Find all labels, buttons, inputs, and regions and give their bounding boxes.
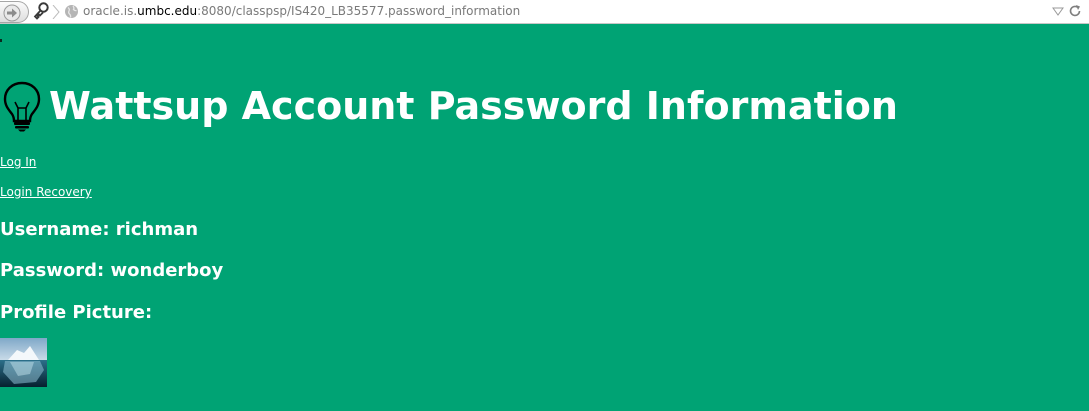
browser-url-bar: oracle.is.umbc.edu:8080/classpsp/IS420_L… (0, 0, 1089, 24)
url-host-domain: umbc.edu (137, 4, 198, 18)
address-field[interactable]: oracle.is.umbc.edu:8080/classpsp/IS420_L… (83, 4, 520, 18)
page-title-text: Wattsup Account Password Information (49, 84, 898, 128)
password-text: Password: wonderboy (0, 260, 224, 281)
profile-picture-image (0, 338, 47, 387)
profile-picture-label: Profile Picture: (0, 302, 153, 323)
stray-mark (0, 39, 2, 42)
login-recovery-link[interactable]: Login Recovery (0, 185, 92, 200)
url-host-prefix: oracle.is. (83, 4, 138, 18)
lightbulb-icon (3, 81, 41, 132)
login-link[interactable]: Log In (0, 155, 36, 170)
forward-button[interactable] (0, 1, 29, 23)
key-icon[interactable] (33, 2, 49, 20)
breadcrumb-chevron-icon (52, 5, 60, 19)
username-text: Username: richman (0, 219, 199, 240)
globe-icon[interactable] (64, 4, 79, 19)
page-title: Wattsup Account Password Information (0, 78, 898, 134)
forward-arrow-icon (3, 4, 21, 22)
page-body: Wattsup Account Password Information Log… (0, 25, 1089, 411)
dropdown-arrow-icon[interactable] (1052, 7, 1064, 16)
url-path: :8080/classpsp/IS420_LB35577.password_in… (197, 4, 521, 18)
reload-icon[interactable] (1068, 4, 1082, 18)
